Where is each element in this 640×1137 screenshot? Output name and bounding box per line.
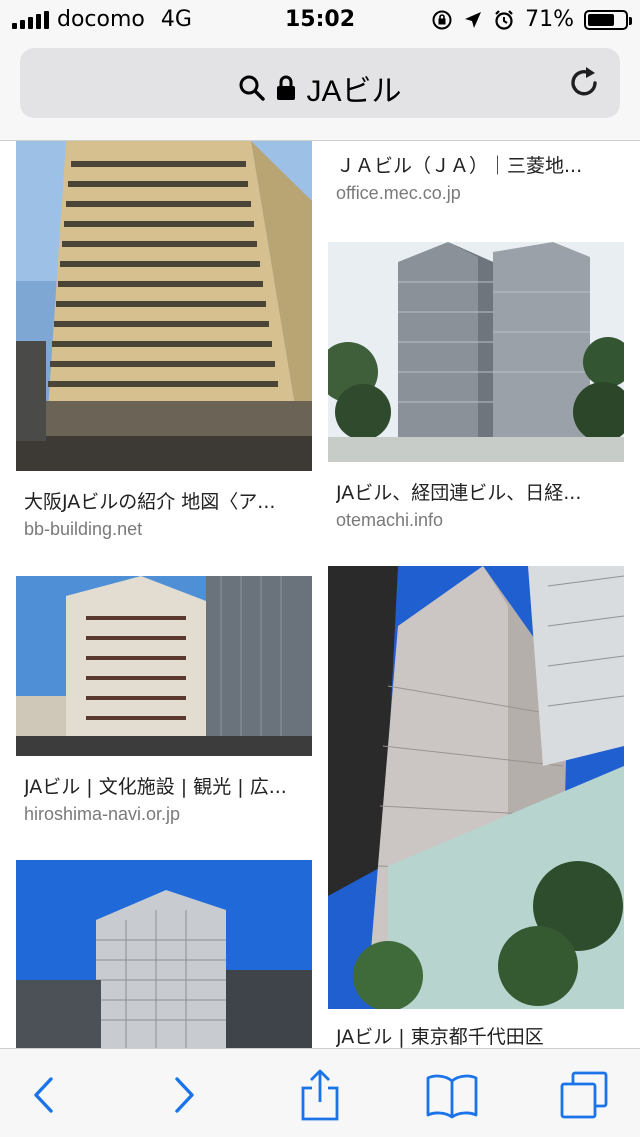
battery-percent: 71%	[525, 7, 574, 32]
search-icon	[239, 75, 266, 101]
status-bar: docomo 4G 15:02 71%	[0, 0, 640, 40]
result-title[interactable]: ＪＡビル（ＪＡ）｜三菱地...	[336, 151, 616, 178]
result-title[interactable]: 大阪JAビルの紹介 地図〈ア...	[24, 487, 304, 514]
tabs-icon	[560, 1071, 608, 1119]
address-text: JAビル	[306, 75, 402, 108]
result-site[interactable]: otemachi.info	[336, 510, 443, 531]
result-card[interactable]: JAビル | 文化施設 | 観光 | 広... hiroshima-navi.o…	[16, 576, 312, 836]
back-icon	[34, 1077, 53, 1113]
address-content: JAビル	[60, 66, 580, 110]
result-title[interactable]: JAビル | 東京都千代田区	[336, 1022, 616, 1048]
forward-icon	[175, 1077, 194, 1113]
address-field[interactable]: JAビル	[20, 48, 620, 118]
image-results: 大阪JAビルの紹介 地図〈ア... bb-building.net ＪＡビル（Ｊ…	[0, 141, 640, 1048]
result-site[interactable]: hiroshima-navi.or.jp	[24, 804, 180, 825]
share-button[interactable]	[290, 1067, 350, 1123]
bookmarks-icon	[426, 1074, 478, 1119]
result-card[interactable]: JAビル、経団連ビル、日経... otemachi.info	[328, 242, 624, 542]
result-site[interactable]: bb-building.net	[24, 519, 142, 540]
result-image[interactable]	[328, 242, 624, 462]
tabs-button[interactable]	[554, 1067, 614, 1123]
address-bar-area: JAビル	[0, 40, 640, 141]
lock-icon	[277, 75, 296, 100]
bottom-toolbar	[0, 1048, 640, 1137]
result-site[interactable]: office.mec.co.jp	[336, 183, 461, 204]
share-icon	[301, 1069, 339, 1121]
result-card[interactable]	[16, 860, 312, 1048]
alarm-icon	[495, 9, 513, 30]
result-title[interactable]: JAビル | 文化施設 | 観光 | 広...	[24, 772, 304, 799]
result-image[interactable]	[16, 141, 312, 471]
forward-button[interactable]	[154, 1067, 214, 1123]
result-image[interactable]	[328, 566, 624, 1009]
result-image[interactable]	[16, 860, 312, 1048]
result-card[interactable]: JAビル | 東京都千代田区	[328, 566, 624, 1048]
result-card[interactable]: 大阪JAビルの紹介 地図〈ア... bb-building.net	[16, 141, 312, 541]
result-title[interactable]: JAビル、経団連ビル、日経...	[336, 478, 616, 505]
result-card[interactable]: ＪＡビル（ＪＡ）｜三菱地... office.mec.co.jp	[328, 141, 624, 221]
reload-icon[interactable]	[566, 64, 602, 100]
bookmarks-button[interactable]	[422, 1067, 482, 1123]
back-button[interactable]	[14, 1067, 74, 1123]
result-image[interactable]	[16, 576, 312, 756]
rotation-lock-icon	[432, 10, 452, 29]
location-icon	[465, 11, 482, 28]
battery-icon	[584, 9, 632, 30]
status-right: 71%	[431, 7, 632, 32]
